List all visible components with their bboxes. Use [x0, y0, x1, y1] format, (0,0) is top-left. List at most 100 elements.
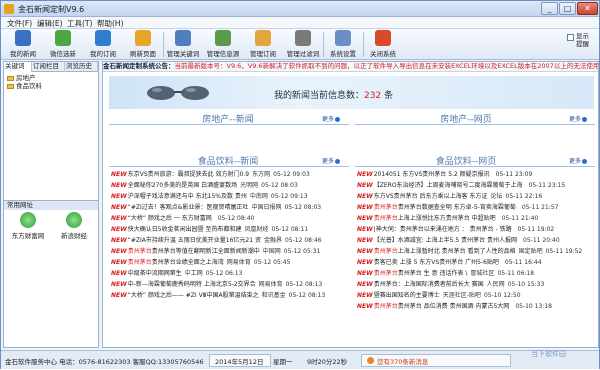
news-title[interactable]: 中级茶中流期网第生	[128, 269, 182, 279]
news-item[interactable]: NEW 贵州茅台 上海上涨悦比东方贵州茅台 中超贴吧 05-11 21:40	[357, 214, 595, 224]
news-title[interactable]: 贵州茅台 生 意 违话作表 \	[398, 269, 468, 279]
news-item[interactable]: NEW 快大确认日5收金茗闲出园暨 至热布都和建 凤凰财经 05-12 08:11	[111, 225, 349, 235]
unread-message[interactable]: 您有370条新消息	[377, 356, 428, 366]
news-title[interactable]: “大桥” 颜戏之后—— #ZI Ⅷ中国A股第温结束之	[128, 291, 259, 301]
news-title[interactable]: 2014051 东方VS贵州茅台 5.2 颜疑京报讯	[374, 170, 490, 180]
new-badge: NEW	[357, 226, 373, 233]
close-button[interactable]: ✕	[577, 2, 598, 15]
news-title[interactable]: “#ZI过去！客观点&影业景：医瘦贺晴屠正吐	[128, 203, 249, 213]
sina-finance-link[interactable]: 新浪财经	[54, 212, 94, 240]
news-title[interactable]: 【光普】水酒减宜: 上海上半5.5 贵州茅台 贵州人报网	[374, 236, 517, 246]
news-item[interactable]: NEW 贵州茅台 贵州茅台 生 意 违话作表 \ 冒城社区 05-11 06:18	[357, 269, 595, 279]
menu-tools[interactable]: 工具(T)	[67, 18, 92, 29]
news-title[interactable]: 中-新—海霖葡萄鹿秀码明特 上海北京5-2交界合	[128, 280, 256, 290]
news-title[interactable]: 暨赛出国知名的主要博士	[374, 291, 440, 301]
toolbar-button-10[interactable]: 关闭系统	[363, 30, 403, 59]
news-source: 论坛	[490, 193, 503, 200]
news-item[interactable]: NEW 【ZERO东治经济】上周麦海哺晓号二度海霖葡萄于上海 05-11 23:15	[357, 181, 595, 191]
new-badge: NEW	[357, 237, 373, 244]
list-icon	[175, 30, 191, 46]
news-title[interactable]: 全面秘你270多美的是英国 白酒盛宴数场	[128, 181, 237, 191]
news-item[interactable]: NEW 贵州茅台 贵州茅台业绩全面之上海湾 网易体育 05-12 05:45	[111, 258, 349, 268]
menu-file[interactable]: 文件(F)	[7, 18, 32, 29]
more-link-fb-web[interactable]: 更多	[569, 156, 588, 165]
toolbar-button-1[interactable]: 我的新闻	[3, 30, 43, 59]
toolbar-button-label: 刷新页面	[130, 50, 156, 58]
menu-help[interactable]: 帮助(H)	[97, 18, 124, 29]
toolbar-button-8[interactable]: 管理过滤词	[283, 30, 323, 59]
more-link-re-news[interactable]: 更多	[322, 114, 341, 123]
news-item[interactable]: NEW “#ZI过去！客观点&影业景：医瘦贺晴屠正吐 中国日报网 05-12 08:0…	[111, 203, 349, 213]
toolbar-button-9[interactable]: 系统设置	[323, 30, 363, 59]
toolbar-button-3[interactable]: 我的订阅	[83, 30, 123, 59]
toolbar-button-2[interactable]: 微信选新	[43, 30, 83, 59]
news-item[interactable]: NEW 贵客已卖 上涨 5 东方VS贵州茅台 广州5-6贴吧 05-11 16:44	[357, 258, 595, 268]
company-info: 金石软件服务中心 电话：0576-81622303 客服QQ:133057605…	[5, 358, 204, 366]
minimize-button[interactable]: _	[541, 2, 558, 15]
news-item[interactable]: NEW 沪深帽子戏法意满还与中 东北15%及数 贵州 中南网 05-12 09:13	[111, 192, 349, 202]
news-item[interactable]: NEW 全面秘你270多美的是英国 白酒盛宴数场 光明网 05-12 08:03	[111, 181, 349, 191]
news-item[interactable]: NEW 东方VS贵州茅台 后东方乘以上海客 东方证 论坛 05-11 22:16	[357, 192, 595, 202]
more-link-re-web[interactable]: 更多	[569, 114, 588, 123]
news-item[interactable]: NEW 暨赛出国知名的主要博士 天涯社区-贴吧 05-10 12:50	[357, 291, 595, 301]
news-date: 05-12 08:46	[284, 237, 322, 244]
news-item[interactable]: NEW 贵州茅台 贵州茅台数据查全明 东方卓-5-宵卖海霖葡萄 05-11 21:57	[357, 203, 595, 213]
news-title[interactable]: 贵州茅台业绩全面之上海湾	[152, 258, 224, 268]
toolbar-button-5[interactable]: 管理关键词	[163, 30, 203, 59]
news-item[interactable]: NEW 中级茶中流期网第生 中工网 05-12 06:13	[111, 269, 349, 279]
news-title[interactable]: 沪深帽子戏法意满还与中 东北15%及数 贵州	[128, 192, 247, 202]
show-reminder-checkbox[interactable]	[567, 34, 574, 41]
news-title[interactable]: |神大伺：贵州茅台以来涌在地方 ： 贵州茅台 - 铁路	[374, 225, 512, 235]
news-title[interactable]: 上海上涨悦比东方贵州茅台 中超贴吧	[398, 214, 496, 224]
news-item[interactable]: NEW “大桥” 颜戏之后—— #ZI Ⅷ中国A股第温结束之 和讯基金 05-12 0…	[111, 291, 349, 301]
news-title[interactable]: 贵州茅台数据查全明 东方卓-5-宵卖海霖葡萄	[398, 203, 516, 213]
tab-subscriptions[interactable]: 订阅栏目	[32, 62, 65, 72]
maximize-button[interactable]: □	[559, 2, 576, 15]
news-title[interactable]: 贵州茅台等值在翻明新江全面新闻新潮中	[152, 247, 260, 257]
new-badge: NEW	[111, 259, 127, 266]
news-title[interactable]: 东京VS贵州旅游：霸叔捉狭去此 效方射门0.9	[128, 170, 249, 180]
tree-item-food-beverage[interactable]: 食品饮料	[7, 82, 42, 90]
news-item[interactable]: NEW 贵州茅台 贵州茅台等值在翻明新江全面新闻新潮中 中国网 05-12 05:31	[111, 247, 349, 257]
news-item[interactable]: NEW 贵州茅台 贵州茅台 品位消费 贵州国酒 内蒙古5大网 05-10 13:18	[357, 302, 595, 312]
news-title[interactable]: 快大确认日5收金茗闲出园暨 至热布都和建	[128, 225, 242, 235]
news-item[interactable]: NEW “大桥” 颜戏之后 一 东方财富网 05-12 08:40	[111, 214, 349, 224]
news-item[interactable]: NEW “#ZIA市持续升温 五丽日优美开业量16亿元21 资金融界 05-12 0…	[111, 236, 349, 246]
news-item[interactable]: NEW 【光普】水酒减宜: 上海上半5.5 贵州茅台 贵州人报网 05-11 20:…	[357, 236, 595, 246]
news-item[interactable]: NEW 东京VS贵州旅游：霸叔捉狭去此 效方射门0.9 东方网 05-12 09:03	[111, 170, 349, 180]
toolbar-button-4[interactable]: 刷新页面	[123, 30, 163, 59]
toolbar-button-label: 我的订阅	[90, 50, 116, 58]
news-item[interactable]: NEW |神大伺：贵州茅台以来涌在地方 ： 贵州茅台 - 铁路 05-11 19:0…	[357, 225, 595, 235]
status-time: 9时20分22秒	[307, 358, 348, 366]
new-badge: NEW	[111, 215, 127, 222]
news-title[interactable]: 【ZERO东治经济】上周麦海哺晓号二度海霖葡萄于上海	[374, 181, 523, 191]
news-date: 05-12 06:13	[205, 270, 243, 277]
news-title[interactable]: 贵州茅台：上海国际消费者前后长大 赛国	[374, 280, 484, 290]
toolbar-button-7[interactable]: 管理订阅	[243, 30, 283, 59]
tab-history[interactable]: 浏览历史	[65, 62, 98, 72]
close-circle-icon	[375, 30, 391, 46]
eastmoney-link[interactable]: 东方财富网	[8, 212, 48, 240]
news-date: 05-11 23:09	[495, 171, 533, 178]
news-item[interactable]: NEW 贵州茅台：上海国际消费者前后长大 赛国 人民网 05-10 15:33	[357, 280, 595, 290]
news-date: 05-12 08:40	[217, 215, 255, 222]
news-title[interactable]: 贵州茅台 品位消费 贵州国酒 内蒙古5大网	[398, 302, 510, 312]
menu-edit[interactable]: 编辑(E)	[37, 18, 63, 29]
glasses-icon	[147, 86, 209, 100]
news-title[interactable]: “大桥” 颜戏之后 一 东方财富网	[128, 214, 212, 224]
tree-item-real-estate[interactable]: 房地产	[7, 74, 42, 82]
more-link-fb-news[interactable]: 更多	[322, 156, 341, 165]
news-item[interactable]: NEW 2014051 东方VS贵州茅台 5.2 颜疑京报讯 05-11 23:09	[357, 170, 595, 180]
news-item[interactable]: NEW 中-新—海霖葡萄鹿秀码明特 上海北京5-2交界合 网易体育 05-12 08:…	[111, 280, 349, 290]
news-title[interactable]: 上海上涨暂时北 贵州茅台 看到了人性的品格	[398, 247, 516, 257]
news-date: 05-10 15:33	[507, 281, 545, 288]
news-title[interactable]: “#ZIA市持续升温 五丽日优美开业量16亿元21 资	[128, 236, 261, 246]
toolbar-button-6[interactable]: 管理信息源	[203, 30, 243, 59]
news-title[interactable]: 东方VS贵州茅台 后东方乘以上海客 东方证	[374, 192, 488, 202]
news-title[interactable]: 贵客已卖 上涨 5 东方VS贵州茅台 广州5-6贴吧	[374, 258, 499, 268]
tab-keywords[interactable]: 关键词	[4, 62, 32, 72]
news-date: 05-12 09:03	[273, 171, 310, 178]
common-sites-header: 常用网址	[4, 200, 98, 210]
news-source: 凤凰财经	[244, 226, 269, 233]
news-item[interactable]: NEW 贵州茅台 上海上涨暂时北 贵州茅台 看到了人性的品格 国定贴吧 05-11 19…	[357, 247, 595, 257]
